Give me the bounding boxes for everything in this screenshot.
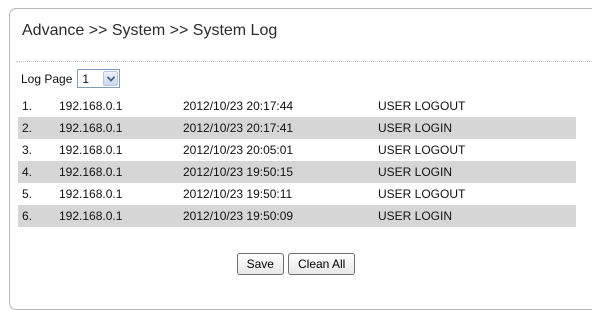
- table-row: 3. 192.168.0.1 2012/10/23 20:05:01 USER …: [18, 139, 576, 161]
- log-index: 1.: [22, 99, 33, 113]
- log-time: 2012/10/23 19:50:15: [183, 161, 378, 183]
- log-ip: 192.168.0.1: [59, 99, 123, 113]
- log-time: 2012/10/23 20:17:41: [183, 117, 378, 139]
- table-row: 4. 192.168.0.1 2012/10/23 19:50:15 USER …: [18, 161, 576, 183]
- clean-all-button[interactable]: Clean All: [287, 253, 356, 275]
- log-event: USER LOGIN: [378, 117, 576, 139]
- log-event: USER LOGOUT: [378, 99, 466, 113]
- system-log-table: 1. 192.168.0.1 2012/10/23 20:17:44 USER …: [18, 95, 576, 227]
- log-page-select[interactable]: 1: [77, 69, 121, 88]
- table-row: 6. 192.168.0.1 2012/10/23 19:50:09 USER …: [18, 205, 576, 227]
- log-index: 4.: [18, 161, 59, 183]
- log-event: USER LOGOUT: [378, 143, 466, 157]
- log-page-selector: Log Page 1: [21, 68, 121, 89]
- table-row: 5. 192.168.0.1 2012/10/23 19:50:11 USER …: [18, 183, 576, 205]
- action-buttons: Save Clean All: [0, 253, 592, 275]
- log-page-label: Log Page: [21, 71, 73, 86]
- log-index: 3.: [22, 143, 33, 157]
- log-time: 2012/10/23 20:17:44: [183, 99, 294, 113]
- log-ip: 192.168.0.1: [59, 117, 183, 139]
- log-ip: 192.168.0.1: [59, 161, 183, 183]
- log-index: 2.: [18, 117, 59, 139]
- log-index: 5.: [22, 187, 33, 201]
- log-page-select-value: 1: [82, 72, 90, 86]
- log-time: 2012/10/23 19:50:09: [183, 205, 378, 227]
- table-row: 2. 192.168.0.1 2012/10/23 20:17:41 USER …: [18, 117, 576, 139]
- log-ip: 192.168.0.1: [59, 143, 123, 157]
- log-event: USER LOGIN: [378, 161, 576, 183]
- log-event: USER LOGOUT: [378, 187, 466, 201]
- breadcrumb: Advance >> System >> System Log: [22, 22, 278, 39]
- log-time: 2012/10/23 20:05:01: [183, 143, 294, 157]
- log-time: 2012/10/23 19:50:11: [183, 187, 293, 201]
- log-ip: 192.168.0.1: [59, 187, 123, 201]
- log-event: USER LOGIN: [378, 205, 576, 227]
- table-row: 1. 192.168.0.1 2012/10/23 20:17:44 USER …: [18, 95, 576, 117]
- save-button[interactable]: Save: [236, 253, 284, 275]
- log-ip: 192.168.0.1: [59, 205, 183, 227]
- chevron-down-icon[interactable]: [103, 71, 119, 86]
- header-divider: [16, 61, 592, 62]
- log-index: 6.: [18, 205, 59, 227]
